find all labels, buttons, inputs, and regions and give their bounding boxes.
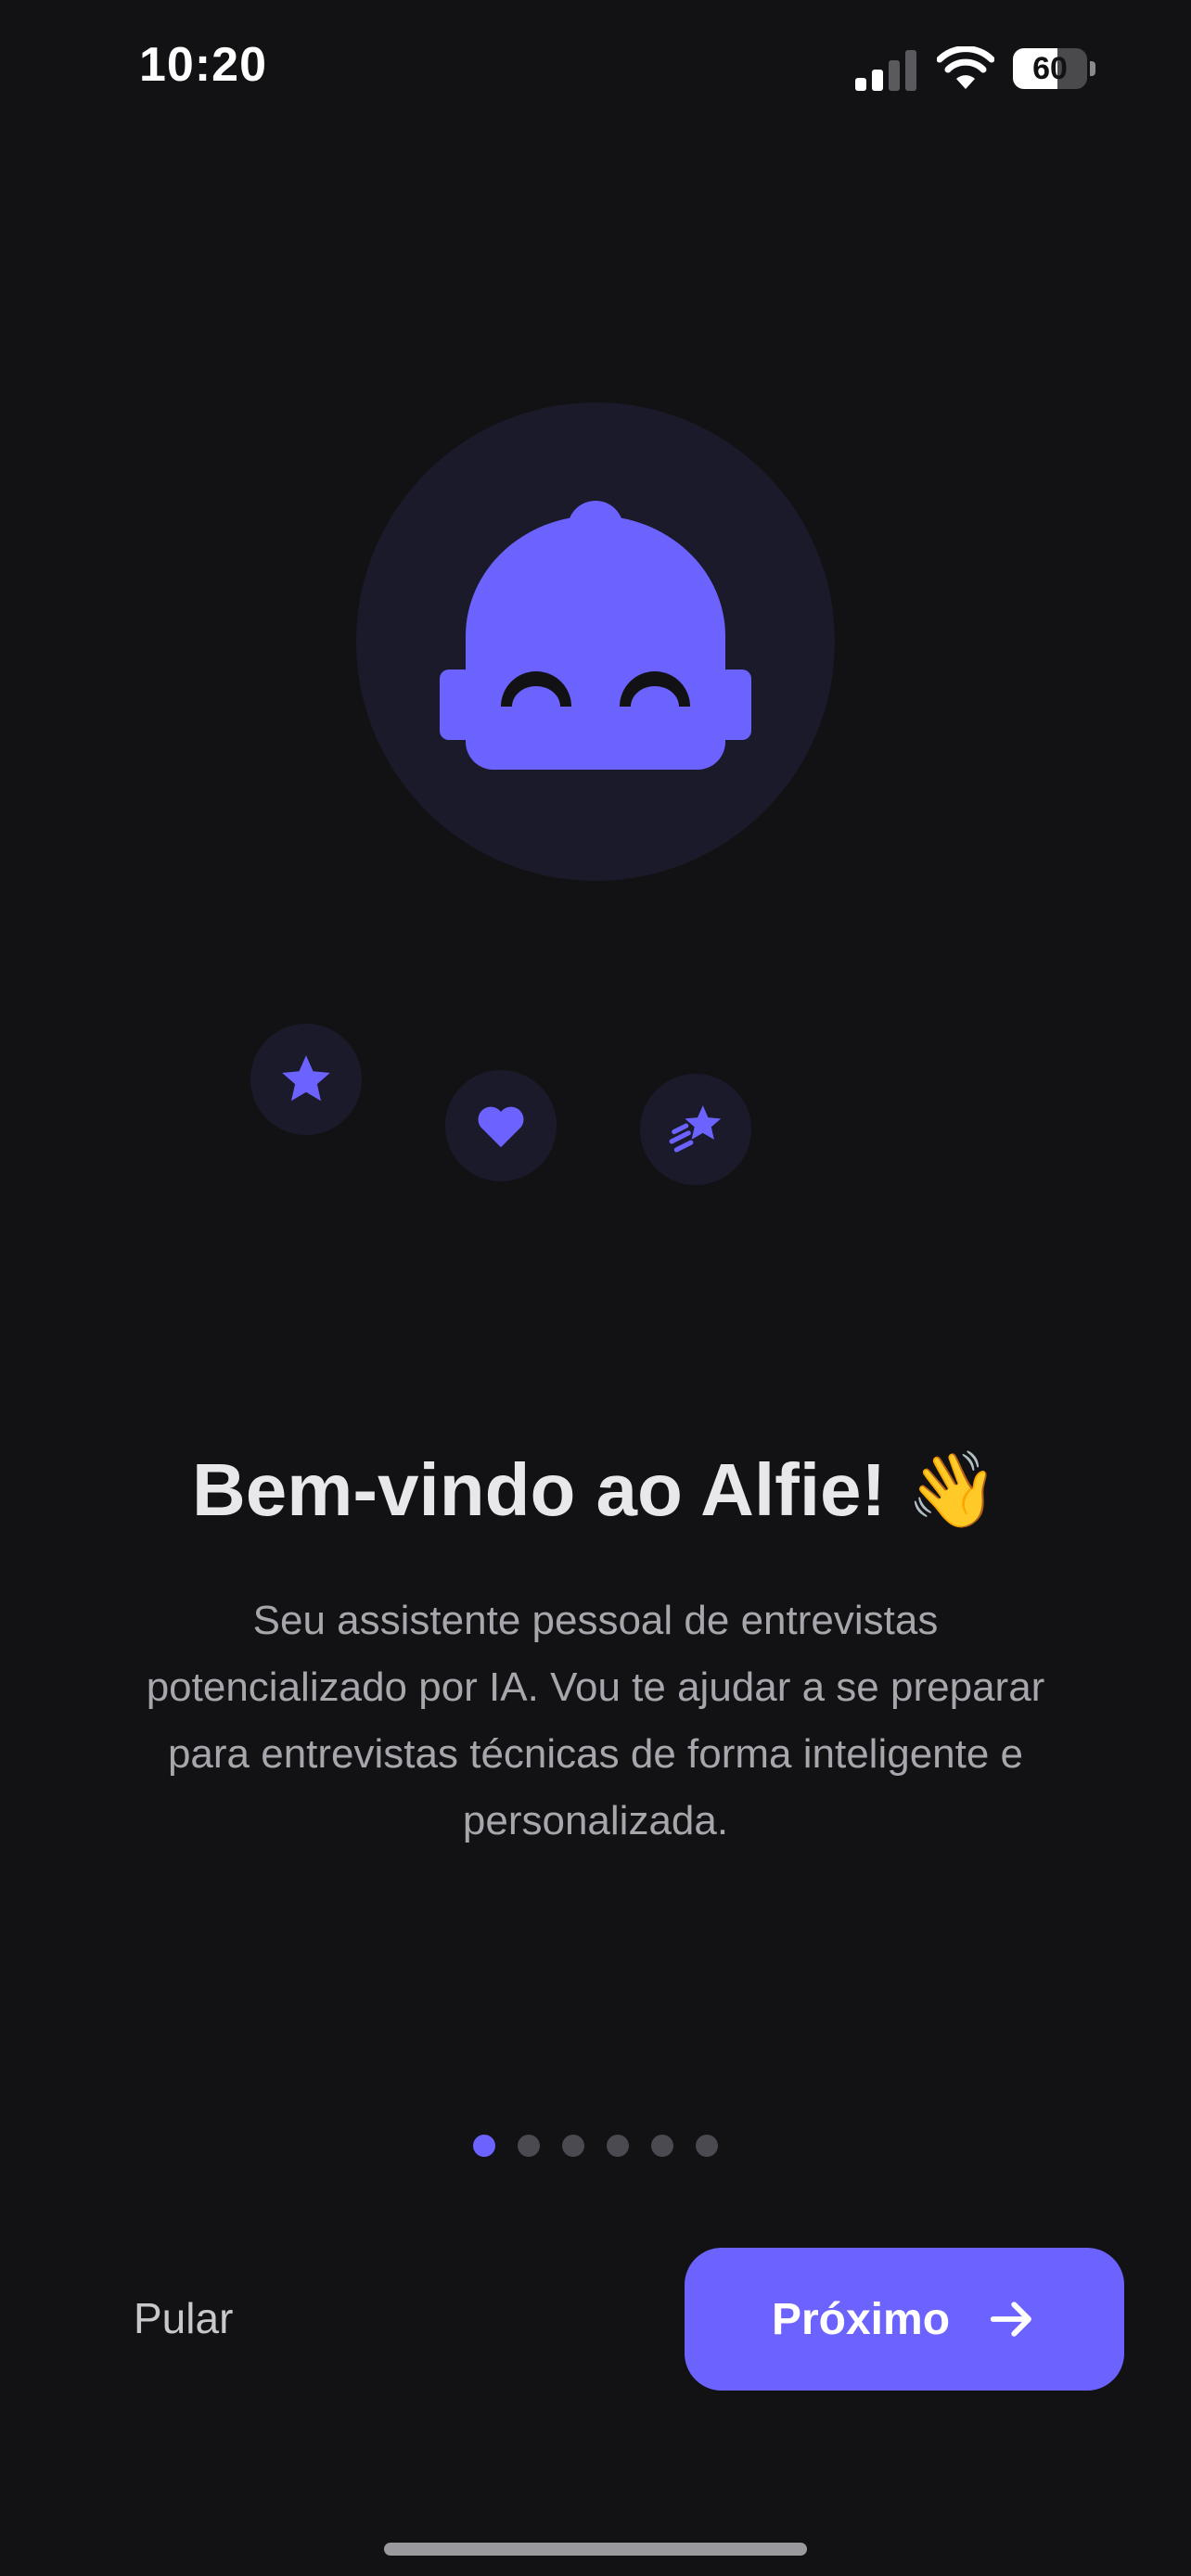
next-button[interactable]: Próximo: [685, 2248, 1124, 2391]
heart-badge: [445, 1070, 557, 1181]
page-dot-2: [518, 2135, 540, 2157]
star-icon: [282, 1055, 330, 1102]
skip-button[interactable]: Pular: [115, 2281, 251, 2355]
star-badge: [250, 1024, 362, 1135]
page-dot-6: [696, 2135, 718, 2157]
home-indicator[interactable]: [384, 2543, 807, 2556]
welcome-description: Seu assistente pessoal de entrevistas po…: [146, 1598, 1045, 1843]
heart-icon: [478, 1106, 524, 1148]
page-dot-3: [562, 2135, 584, 2157]
cellular-signal-icon: [855, 50, 916, 91]
arrow-right-icon: [990, 2302, 1031, 2337]
page-indicator: [0, 2135, 1191, 2157]
wifi-icon: [937, 46, 994, 89]
shooting-star-icon: [669, 1105, 722, 1153]
status-time: 10:20: [139, 38, 267, 92]
robot-icon: [440, 501, 751, 770]
battery-percentage: 60: [1032, 51, 1068, 86]
welcome-title: Bem-vindo ao Alfie! 👋: [191, 1448, 1000, 1531]
battery-icon: 60: [1013, 48, 1096, 89]
page-dot-4: [607, 2135, 629, 2157]
page-dot-5: [651, 2135, 673, 2157]
next-button-label: Próximo: [771, 2294, 951, 2344]
shooting-star-badge: [640, 1074, 751, 1185]
page-dot-1: [473, 2135, 495, 2157]
